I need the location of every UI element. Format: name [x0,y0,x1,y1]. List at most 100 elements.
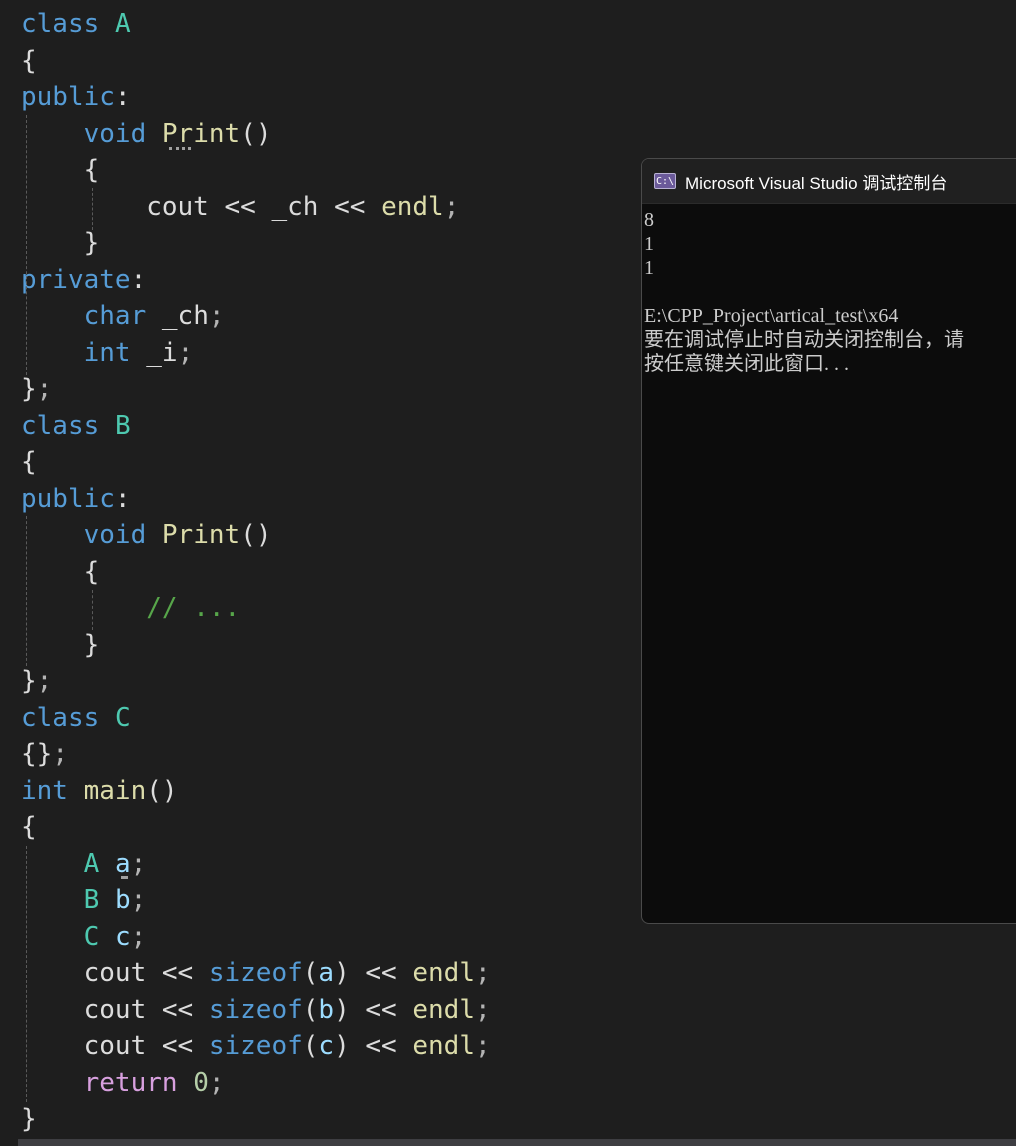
console-line: 1 [644,233,654,255]
code-token: Print [161,520,241,550]
code-token: 0 [193,1067,209,1098]
code-line: class B [21,408,131,444]
code-token: b [114,885,131,915]
code-token: Print [161,118,241,149]
code-token: sizeof [208,958,303,988]
code-token: } [21,374,37,404]
code-line: A a; [21,846,147,882]
code-token: () [240,118,272,149]
code-token: : [114,82,131,112]
code-token: ; [130,848,147,879]
code-token: } [21,1104,37,1134]
code-token: public [21,483,115,514]
console-output[interactable]: 8 1 1 E:\CPP_Project\artical_test\x64 要在… [642,204,1016,376]
code-token: void [83,118,147,149]
code-token: { [21,447,37,477]
code-line: void Print() [21,517,272,553]
code-token: ; [130,921,147,952]
code-token: B [83,885,100,915]
code-token: B [114,410,131,441]
code-token: { [21,155,100,185]
code-line: cout << sizeof(a) << endl; [21,955,491,991]
code-token: a [318,958,335,988]
code-line: char _ch; [21,298,225,334]
code-line: public: [21,481,131,517]
intellisense-hint [169,147,191,150]
code-line: } [21,225,100,261]
code-token: ; [443,191,460,222]
console-title: Microsoft Visual Studio 调试控制台 [685,173,948,193]
code-line: int main() [21,773,178,809]
console-titlebar[interactable]: C:\ Microsoft Visual Studio 调试控制台 [642,159,1016,204]
code-token: void [83,520,147,550]
debug-console-window[interactable]: C:\ Microsoft Visual Studio 调试控制台 8 1 1 … [641,158,1016,924]
code-token: << [318,191,382,222]
code-token: endl [412,994,475,1025]
code-line: { [21,43,37,79]
code-token: () [146,775,178,806]
code-token: : [130,264,147,295]
code-token: ) << [334,958,413,988]
code-line: cout << sizeof(b) << endl; [21,992,491,1028]
code-token: ; [474,1031,491,1061]
code-token: class [21,702,100,733]
code-token: } [21,666,37,696]
code-token: ; [52,739,68,769]
code-token: char [83,301,147,331]
code-token: : [114,483,131,514]
code-token: public [21,82,115,112]
code-token: } [21,629,100,660]
indent-guide [26,115,27,375]
code-token: a [114,848,131,879]
code-line: { [21,152,100,188]
horizontal-scrollbar[interactable] [18,1139,1016,1146]
console-line: 1 [644,257,654,279]
code-line: void Print() [21,116,272,152]
code-token: b [318,994,335,1025]
code-line: int _i; [21,335,194,371]
code-line: }; [21,663,52,699]
code-token: cout << [21,958,209,988]
code-line: { [21,554,100,590]
code-token: cout << [21,1031,209,1061]
code-token: ; [208,1067,225,1098]
code-line: // ... [21,590,240,626]
code-line: cout << sizeof(c) << endl; [21,1028,491,1064]
indent-guide [92,590,93,630]
code-line: class A [21,6,131,42]
code-token: ; [177,337,194,368]
code-token: ( [302,994,319,1025]
console-line: 8 [644,209,654,231]
code-token: { [21,45,37,76]
console-line: 要在调试停止时自动关闭控制台，请 [644,329,964,351]
code-token: { [21,556,100,587]
code-token: () [240,520,272,550]
code-token: C [114,702,131,733]
code-token: << [208,191,272,222]
code-token: A [114,9,131,39]
code-token: class [21,410,100,441]
code-line: { [21,809,37,845]
code-token: ; [130,885,147,915]
code-line: return 0; [21,1065,225,1101]
code-token: ) << [334,1031,413,1061]
code-line: {}; [21,736,68,772]
code-token: ; [208,301,225,331]
code-token: int [21,775,68,806]
code-line: B b; [21,882,147,918]
code-token: ) << [334,994,413,1025]
code-token: int [83,337,131,368]
indent-guide [26,846,27,1102]
